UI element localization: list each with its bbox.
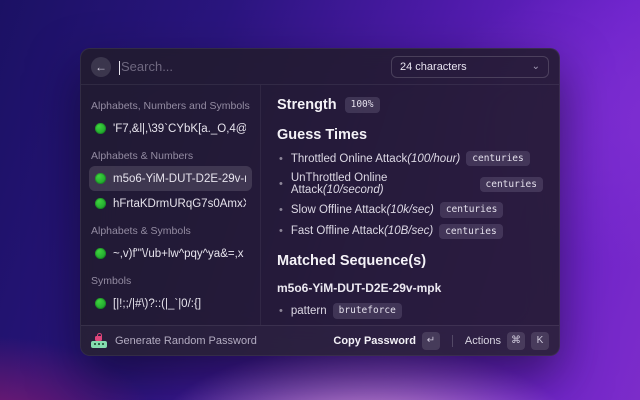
guess-time-item: UnThrottled Online Attack(10/second) cen…: [279, 172, 543, 196]
copy-password-label: Copy Password: [333, 335, 416, 347]
attack-rate: (100/hour): [407, 153, 460, 165]
password-text: hFrtaKDrmURqG7s0AmxXBW24: [113, 198, 246, 210]
cmd-key-icon: ⌘: [507, 332, 525, 350]
strength-dot-icon: [95, 248, 106, 259]
section-header: Alphabets, Numbers and Symbols: [91, 100, 250, 112]
guess-time-badge: centuries: [439, 224, 502, 239]
actions-button[interactable]: Actions ⌘ K: [465, 332, 549, 350]
actions-label: Actions: [465, 335, 501, 347]
footer-divider: [452, 335, 453, 347]
attack-rate: (10B/sec): [384, 225, 433, 237]
attack-rate: (10/second): [323, 184, 384, 196]
strength-dot-icon: [95, 123, 106, 134]
password-list-item-selected[interactable]: m5o6-YiM-DUT-D2E-29v-mpk: [89, 166, 252, 191]
return-key-icon: ↵: [422, 332, 440, 350]
copy-password-button[interactable]: Copy Password ↵: [333, 332, 440, 350]
matched-prop-item: pattern bruteforce: [279, 303, 543, 318]
k-key-icon: K: [531, 332, 549, 350]
section-header: Alphabets & Numbers: [91, 150, 250, 162]
header: ← 24 characters ⌄: [81, 49, 559, 85]
password-text: ~,v)f"'\/ub+lw^pqy^ya&=,x: [113, 248, 244, 260]
strength-value-badge: 100%: [345, 97, 380, 112]
guess-time-item: Fast Offline Attack(10B/sec) centuries: [279, 224, 543, 239]
back-arrow-icon: ←: [95, 60, 107, 74]
search-wrap: [119, 59, 383, 74]
matched-props-list: pattern bruteforce guesses 1e+24: [279, 303, 543, 325]
command-palette-window: ← 24 characters ⌄ Alphabets, Numbers and…: [80, 48, 560, 356]
footer: Generate Random Password Copy Password ↵…: [81, 325, 559, 355]
back-button[interactable]: ←: [91, 57, 111, 77]
section-header: Symbols: [91, 275, 250, 287]
section-header: Alphabets & Symbols: [91, 225, 250, 237]
strength-heading: Strength: [277, 97, 337, 113]
password-list-item[interactable]: hFrtaKDrmURqG7s0AmxXBW24: [89, 191, 252, 216]
content: Alphabets, Numbers and Symbols 'F7,&l|,\…: [81, 85, 559, 325]
guess-time-item: Throttled Online Attack(100/hour) centur…: [279, 151, 543, 166]
matched-sequences-heading: Matched Sequence(s): [277, 253, 543, 269]
attack-label: Throttled Online Attack: [291, 153, 407, 165]
guess-time-item: Slow Offline Attack(10k/sec) centuries: [279, 202, 543, 217]
password-list: Alphabets, Numbers and Symbols 'F7,&l|,\…: [81, 85, 261, 325]
guess-time-badge: centuries: [466, 151, 529, 166]
guess-time-badge: centuries: [480, 177, 543, 192]
attack-rate: (10k/sec): [387, 204, 434, 216]
strength-dot-icon: [95, 298, 106, 309]
text-caret: [119, 61, 120, 75]
password-text: 'F7,&l|,\39`CYbK[a._O,4@: [113, 123, 246, 135]
attack-label: Slow Offline Attack: [291, 204, 387, 216]
guess-times-list: Throttled Online Attack(100/hour) centur…: [279, 151, 543, 239]
strength-dot-icon: [95, 198, 106, 209]
footer-command-title: Generate Random Password: [115, 335, 325, 347]
search-input[interactable]: [119, 59, 383, 74]
guess-time-badge: centuries: [440, 202, 503, 217]
dropdown-value: 24 characters: [400, 61, 467, 73]
prop-label: pattern: [291, 305, 327, 317]
prop-value-badge: bruteforce: [333, 303, 402, 318]
chevron-down-icon: ⌄: [532, 62, 540, 72]
password-text: m5o6-YiM-DUT-D2E-29v-mpk: [113, 173, 246, 185]
strength-dot-icon: [95, 173, 106, 184]
password-list-item[interactable]: 'F7,&l|,\39`CYbK[a._O,4@: [89, 116, 252, 141]
attack-label: Fast Offline Attack: [291, 225, 384, 237]
character-count-dropdown[interactable]: 24 characters ⌄: [391, 56, 549, 78]
password-list-item[interactable]: ~,v)f"'\/ub+lw^pqy^ya&=,x: [89, 241, 252, 266]
guess-times-heading: Guess Times: [277, 127, 543, 143]
detail-panel: Strength 100% Guess Times Throttled Onli…: [261, 85, 559, 325]
password-extension-icon: [91, 334, 107, 348]
password-list-item[interactable]: [|!;;/|#\)?::(|_`|0/:{]: [89, 291, 252, 316]
matched-password: m5o6-YiM-DUT-D2E-29v-mpk: [277, 281, 543, 295]
password-text: [|!;;/|#\)?::(|_`|0/:{]: [113, 298, 201, 310]
